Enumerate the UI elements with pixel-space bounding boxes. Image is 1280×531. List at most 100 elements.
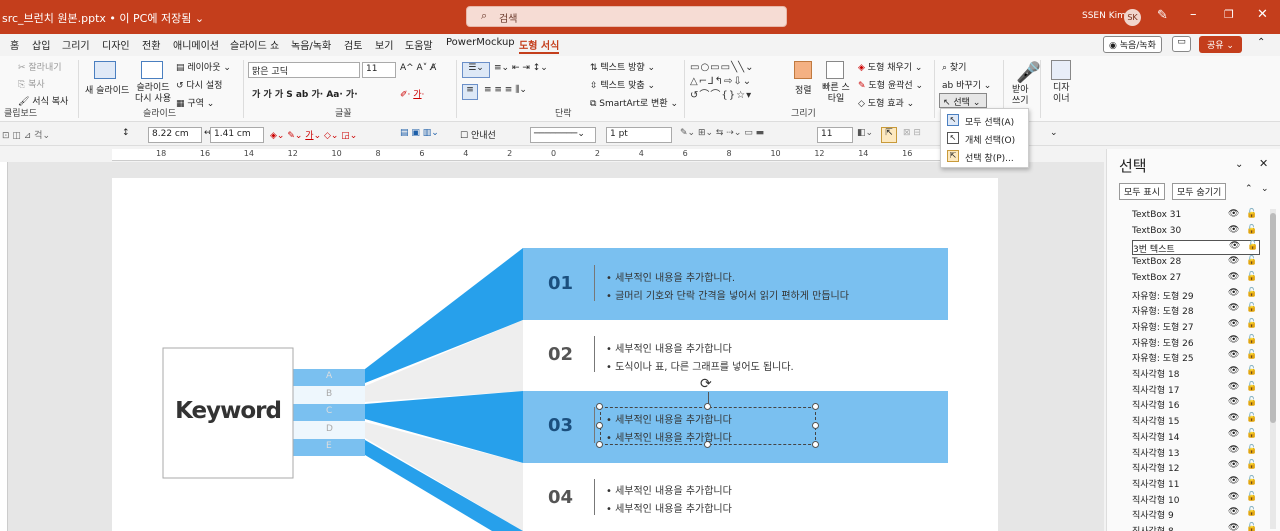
- rotate-handle-icon[interactable]: ⟳: [700, 376, 712, 392]
- lock-icon[interactable]: 🔓: [1246, 303, 1257, 313]
- avatar[interactable]: SK: [1124, 9, 1141, 26]
- align-left-button[interactable]: ≡: [462, 84, 478, 100]
- tab-design[interactable]: 디자인: [102, 37, 130, 52]
- share-button[interactable]: 공유 ⌄: [1199, 36, 1242, 53]
- visibility-eye-icon[interactable]: 👁: [1228, 303, 1239, 313]
- pen-icon[interactable]: ✎: [1157, 8, 1168, 23]
- selection-list-item[interactable]: TextBox 27 👁 🔓: [1132, 272, 1260, 287]
- close-icon[interactable]: ✕: [1257, 7, 1268, 22]
- selection-list-item[interactable]: 직사각형 14 👁 🔓: [1132, 429, 1260, 444]
- lock-icon[interactable]: 🔓: [1246, 366, 1257, 376]
- text-direction-button[interactable]: ⇅ 텍스트 방향 ⌄: [590, 60, 655, 73]
- selection-list-item[interactable]: 직사각형 15 👁 🔓: [1132, 413, 1260, 428]
- toolbar-icons-left[interactable]: ⊡ ◫ ⊿ 걱⌄: [2, 128, 50, 141]
- copy-button[interactable]: ⎘ 복사: [18, 77, 45, 90]
- pane-close-icon[interactable]: ✕: [1259, 157, 1268, 170]
- selection-pane-item[interactable]: 선택 창(P)...: [965, 151, 1014, 164]
- lock-icon[interactable]: 🔓: [1246, 350, 1257, 360]
- font-color-buttons[interactable]: ✐· 가·: [400, 87, 424, 100]
- resize-handle[interactable]: [812, 441, 819, 448]
- new-slide-button[interactable]: 새 슬라이드: [85, 83, 129, 96]
- microphone-icon[interactable]: 🎤: [1016, 60, 1041, 84]
- visibility-eye-icon[interactable]: 👁: [1228, 413, 1239, 423]
- select-button[interactable]: ↖ 선택 ⌄: [939, 93, 987, 108]
- font-style-buttons[interactable]: 가 가 가 S ab 가· Aa· 가·: [252, 87, 358, 100]
- fill-tool[interactable]: ◧⌄: [857, 128, 873, 138]
- file-title[interactable]: src_브런치 원본.pptx • 이 PC에 저장됨 ⌄: [2, 10, 204, 26]
- designer-icon[interactable]: [1051, 60, 1071, 80]
- shape-effects-button[interactable]: ◇ 도형 효과 ⌄: [858, 96, 914, 109]
- shape-height-input[interactable]: 1.41 cm: [210, 127, 264, 143]
- visibility-eye-icon[interactable]: 👁: [1228, 492, 1239, 502]
- cut-button[interactable]: ✂ 잘라내기: [18, 60, 62, 73]
- visibility-eye-icon[interactable]: 👁: [1228, 445, 1239, 455]
- reuse-slides-button[interactable]: 슬라이드 다시 사용: [133, 83, 173, 105]
- selection-list-item[interactable]: 자유형: 도형 28 👁 🔓: [1132, 303, 1260, 318]
- comment-icon[interactable]: ▭: [1172, 36, 1191, 52]
- lock-icon[interactable]: 🔓: [1246, 523, 1257, 531]
- quick-styles-icon[interactable]: [826, 61, 844, 79]
- font-size-mini-select[interactable]: 11: [817, 127, 853, 143]
- visibility-eye-icon[interactable]: 👁: [1228, 319, 1239, 329]
- hide-all-button[interactable]: 모두 숨기기: [1172, 183, 1227, 200]
- resize-handle[interactable]: [596, 441, 603, 448]
- scrollbar-thumb[interactable]: [1270, 213, 1276, 423]
- visibility-eye-icon[interactable]: 👁: [1228, 256, 1239, 266]
- section-button[interactable]: ▦ 구역 ⌄: [176, 96, 214, 109]
- resize-handle[interactable]: [812, 422, 819, 429]
- dictate-button[interactable]: 받아쓰기: [1012, 85, 1032, 107]
- selection-list-item[interactable]: TextBox 30 👁 🔓: [1132, 225, 1260, 240]
- lock-icon[interactable]: 🔓: [1246, 272, 1257, 282]
- move-up-icon[interactable]: ⌃: [1245, 184, 1253, 194]
- lock-icon[interactable]: 🔓: [1246, 397, 1257, 407]
- minimize-icon[interactable]: –: [1190, 7, 1197, 22]
- resize-handle[interactable]: [704, 403, 711, 410]
- font-name-select[interactable]: 맑은 고딕: [248, 62, 360, 78]
- visibility-eye-icon[interactable]: 👁: [1228, 225, 1239, 235]
- selection-list-item[interactable]: 직사각형 10 👁 🔓: [1132, 492, 1260, 507]
- selection-list-item[interactable]: 직사각형 17 👁 🔓: [1132, 382, 1260, 397]
- lock-icon[interactable]: 🔓: [1247, 241, 1258, 251]
- lock-icon[interactable]: 🔓: [1246, 476, 1257, 486]
- lock-icon[interactable]: 🔓: [1246, 319, 1257, 329]
- numbering-button[interactable]: ≡⌄ ⇤ ⇥ ↕⌄: [494, 63, 548, 73]
- selection-frame[interactable]: [600, 407, 816, 445]
- tab-powermockup[interactable]: PowerMockup: [446, 37, 515, 48]
- visibility-eye-icon[interactable]: 👁: [1228, 460, 1239, 470]
- show-all-button[interactable]: 모두 표시: [1119, 183, 1165, 200]
- font-grow-icon[interactable]: A^ A˅ A̸: [400, 63, 436, 73]
- tab-review[interactable]: 검토: [344, 37, 362, 52]
- search-box[interactable]: ⌕ 검색: [466, 6, 787, 27]
- lock-icon[interactable]: 🔓: [1246, 335, 1257, 345]
- color-tools[interactable]: ◈⌄ ✎⌄ 가⌄ ◇⌄ ◲⌄: [270, 128, 357, 141]
- move-down-icon[interactable]: ⌄: [1261, 184, 1269, 194]
- lock-icon[interactable]: 🔓: [1246, 288, 1257, 298]
- visibility-eye-icon[interactable]: 👁: [1228, 382, 1239, 392]
- selection-list-item[interactable]: 직사각형 12 👁 🔓: [1132, 460, 1260, 475]
- keyword-text[interactable]: Keyword: [163, 398, 293, 424]
- tab-insert[interactable]: 삽입: [32, 37, 50, 52]
- tab-help[interactable]: 도움말: [405, 37, 433, 52]
- selection-pane-toggle-icon[interactable]: ⇱: [881, 127, 897, 143]
- customize-icon[interactable]: ⌄: [1050, 128, 1058, 138]
- visibility-eye-icon[interactable]: 👁: [1228, 209, 1239, 219]
- layout-button[interactable]: ▤ 레이아웃 ⌄: [176, 60, 231, 73]
- selection-list-item[interactable]: TextBox 28 👁 🔓: [1132, 256, 1260, 271]
- lock-icon[interactable]: 🔓: [1246, 492, 1257, 502]
- scrollbar[interactable]: [1270, 209, 1276, 529]
- resize-handle[interactable]: [704, 441, 711, 448]
- visibility-eye-icon[interactable]: 👁: [1228, 350, 1239, 360]
- lock-icon[interactable]: 🔓: [1246, 225, 1257, 235]
- align-tools[interactable]: ▤ ▣ ▥⌄: [400, 128, 439, 138]
- bullets-button[interactable]: ☰⌄: [462, 62, 490, 78]
- tab-draw[interactable]: 그리기: [62, 37, 90, 52]
- tab-view[interactable]: 보기: [375, 37, 393, 52]
- shape-width-input[interactable]: 8.22 cm: [148, 127, 202, 143]
- visibility-eye-icon[interactable]: 👁: [1228, 288, 1239, 298]
- lock-icon[interactable]: 🔓: [1246, 429, 1257, 439]
- visibility-eye-icon[interactable]: 👁: [1228, 272, 1239, 282]
- selection-list-item[interactable]: 직사각형 11 👁 🔓: [1132, 476, 1260, 491]
- lock-icon[interactable]: 🔓: [1246, 209, 1257, 219]
- line-weight-select[interactable]: 1 pt: [606, 127, 672, 143]
- tab-transitions[interactable]: 전환: [142, 37, 160, 52]
